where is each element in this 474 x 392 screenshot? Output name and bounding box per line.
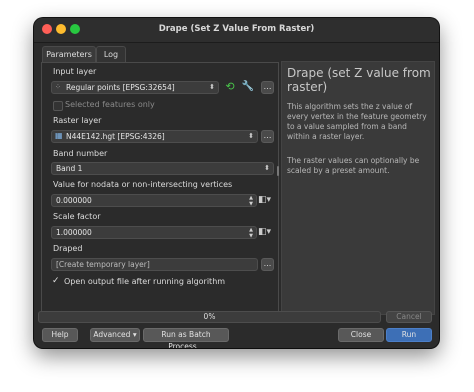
draped-browse-button[interactable]: ... [261,258,274,271]
iterate-icon[interactable]: ⟲ [223,81,237,94]
data-defined-override-icon[interactable]: ◧▾ [258,226,274,239]
dialog-window: Drape (Set Z Value From Raster) Paramete… [34,18,439,348]
point-layer-icon: ⁘ [55,83,61,91]
raster-layer-value: N44E142.hgt [EPSG:4326] [66,132,165,141]
band-number-combo[interactable]: Band 1 ⬍ [51,162,274,175]
scale-factor-label: Scale factor [53,212,101,221]
nodata-label: Value for nodata or non-intersecting ver… [53,180,233,189]
chevron-down-icon: ▾ [132,330,137,339]
selected-only-checkbox[interactable] [53,101,63,111]
raster-layer-label: Raster layer [53,116,102,125]
advanced-button[interactable]: Advanced ▾ [90,328,140,342]
run-button[interactable]: Run [386,328,432,342]
open-output-checkmark-icon[interactable]: ✓ [52,276,60,286]
raster-layer-icon: ▦ [55,131,63,140]
band-number-label: Band number [53,149,108,158]
data-defined-override-icon[interactable]: ◧▾ [258,194,274,207]
draped-output-value: [Create temporary layer] [56,260,150,269]
window-title: Drape (Set Z Value From Raster) [158,24,315,34]
band-number-value: Band 1 [56,164,83,173]
input-layer-combo[interactable]: ⁘ Regular points [EPSG:32654] ⬍ [51,81,219,94]
title-bar: Drape (Set Z Value From Raster) [34,18,439,43]
cancel-button[interactable]: Cancel [386,311,432,323]
chevron-down-icon: ⬍ [209,83,215,91]
raster-layer-combo[interactable]: ▦ N44E142.hgt [EPSG:4326] ⬍ [51,130,258,143]
progress-text: 0% [203,312,216,321]
chevron-down-icon: ⬍ [264,164,270,172]
nodata-spinbox[interactable]: 0.000000 ▲ ▼ [51,194,257,207]
spin-arrows-icon[interactable]: ▲ ▼ [247,227,255,240]
help-panel: Drape (set Z value from raster) This alg… [281,61,435,315]
spin-arrows-icon[interactable]: ▲ ▼ [247,195,255,208]
scale-factor-spinbox[interactable]: 1.000000 ▲ ▼ [51,226,257,239]
tab-log[interactable]: Log [96,46,126,63]
chevron-down-icon: ⬍ [248,132,254,140]
input-layer-value: Regular points [EPSG:32654] [66,83,175,92]
scale-factor-value: 1.000000 [56,228,92,237]
help-button[interactable]: Help [42,328,78,342]
draped-label: Draped [53,244,83,253]
close-button[interactable]: Close [338,328,384,342]
help-paragraph-2: The raster values can optionally be scal… [287,156,420,175]
draped-output-field[interactable]: [Create temporary layer] [51,258,258,271]
wrench-icon[interactable]: 🔧 [241,81,255,94]
tab-parameters[interactable]: Parameters [42,46,96,63]
advanced-label: Advanced [93,330,131,339]
help-title: Drape (set Z value from raster) [287,66,431,94]
splitter-handle[interactable] [277,166,279,176]
selected-only-label: Selected features only [65,100,155,109]
run-as-batch-button[interactable]: Run as Batch Process... [143,328,229,348]
progress-bar: 0% [38,311,381,323]
parameters-panel: Input layer ⁘ Regular points [EPSG:32654… [41,62,279,312]
input-layer-browse-button[interactable]: … [261,81,274,94]
open-output-label: Open output file after running algorithm [64,277,226,286]
help-paragraph-1: This algorithm sets the z value of every… [287,102,427,141]
nodata-value: 0.000000 [56,196,92,205]
raster-layer-browse-button[interactable]: … [261,130,274,143]
input-layer-label: Input layer [53,67,97,76]
